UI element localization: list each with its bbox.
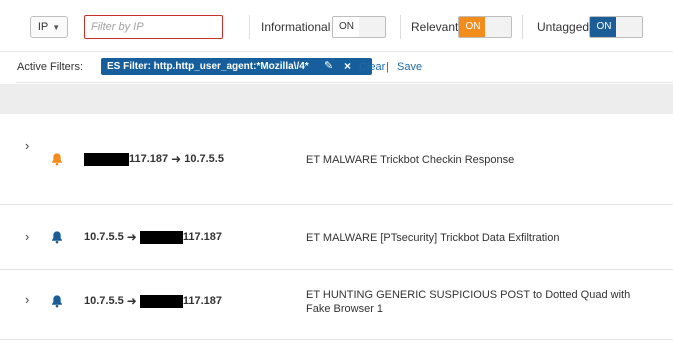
untagged-label: Untagged <box>537 20 590 34</box>
filter-toolbar: IP ▼ Informational ON Relevant ON Untagg… <box>0 0 673 52</box>
alert-row[interactable]: › 117.187 ➜ 10.7.5.5 ET MALWARE Trickbot… <box>0 114 673 205</box>
link-separator: | <box>386 61 389 73</box>
untagged-toggle-state: ON <box>590 17 618 37</box>
alert-signature: ET HUNTING GENERIC SUSPICIOUS POST to Do… <box>306 289 631 315</box>
pencil-icon[interactable]: ✎ <box>324 58 333 75</box>
bell-icon <box>52 231 62 244</box>
close-icon[interactable]: × <box>344 58 351 75</box>
bell-icon <box>52 295 62 308</box>
section-gap <box>0 84 673 114</box>
source-ip: 10.7.5.5 <box>84 295 124 307</box>
alert-signature: ET MALWARE Trickbot Checkin Response <box>306 154 515 166</box>
filter-chip[interactable]: ES Filter: http.http_user_agent:*Mozilla… <box>101 58 372 75</box>
arrow-right-icon: ➜ <box>171 152 182 166</box>
chevron-right-icon[interactable]: › <box>25 138 29 153</box>
alert-flow: 117.187 ➜ 10.7.5.5 <box>84 152 224 166</box>
save-filters-link[interactable]: Save <box>397 61 422 73</box>
source-ip: 117.187 <box>129 153 169 165</box>
arrow-right-icon: ➜ <box>126 294 137 308</box>
destination-ip: 10.7.5.5 <box>184 153 224 165</box>
source-ip: 10.7.5.5 <box>84 231 124 243</box>
chevron-right-icon[interactable]: › <box>25 229 29 244</box>
informational-label: Informational <box>261 20 331 34</box>
clear-filters-link[interactable]: Clear <box>359 61 385 73</box>
active-filters-bar: Active Filters: ES Filter: http.http_use… <box>16 53 673 83</box>
destination-ip: 117.187 <box>182 231 222 243</box>
arrow-right-icon: ➜ <box>126 230 137 244</box>
chevron-down-icon: ▼ <box>52 22 61 32</box>
informational-toggle[interactable]: ON <box>332 16 386 38</box>
ip-field-select[interactable]: IP ▼ <box>30 16 68 38</box>
active-filters-label: Active Filters: <box>17 61 84 73</box>
bell-icon <box>52 153 62 166</box>
divider <box>400 15 401 39</box>
toggle-knob <box>485 17 511 37</box>
untagged-toggle[interactable]: ON <box>589 16 643 38</box>
ip-select-label: IP <box>37 21 49 33</box>
divider <box>249 15 250 39</box>
alert-list: › 117.187 ➜ 10.7.5.5 ET MALWARE Trickbot… <box>0 114 673 352</box>
toggle-knob <box>616 17 642 37</box>
redacted-ip <box>84 152 129 166</box>
informational-toggle-state: ON <box>333 17 361 37</box>
chevron-right-icon[interactable]: › <box>25 292 29 307</box>
redacted-ip <box>139 230 183 244</box>
filter-chip-text: ES Filter: http.http_user_agent:*Mozilla… <box>107 61 309 72</box>
destination-ip: 117.187 <box>182 295 222 307</box>
relevant-toggle-state: ON <box>459 17 487 37</box>
relevant-label: Relevant <box>411 20 459 34</box>
alert-row[interactable]: › 10.7.5.5 ➜ 117.187 ET HUNTING GENERIC … <box>0 270 673 340</box>
alert-row[interactable]: › 10.7.5.5 ➜ 117.187 ET MALWARE [PTsecur… <box>0 205 673 270</box>
toggle-knob <box>359 17 385 37</box>
relevant-toggle[interactable]: ON <box>458 16 512 38</box>
redacted-ip <box>139 294 183 308</box>
divider <box>522 15 523 39</box>
alert-signature: ET MALWARE [PTsecurity] Trickbot Data Ex… <box>306 232 560 244</box>
ip-filter-input[interactable] <box>84 15 223 39</box>
alert-flow: 10.7.5.5 ➜ 117.187 <box>84 230 222 244</box>
alert-flow: 10.7.5.5 ➜ 117.187 <box>84 294 222 308</box>
